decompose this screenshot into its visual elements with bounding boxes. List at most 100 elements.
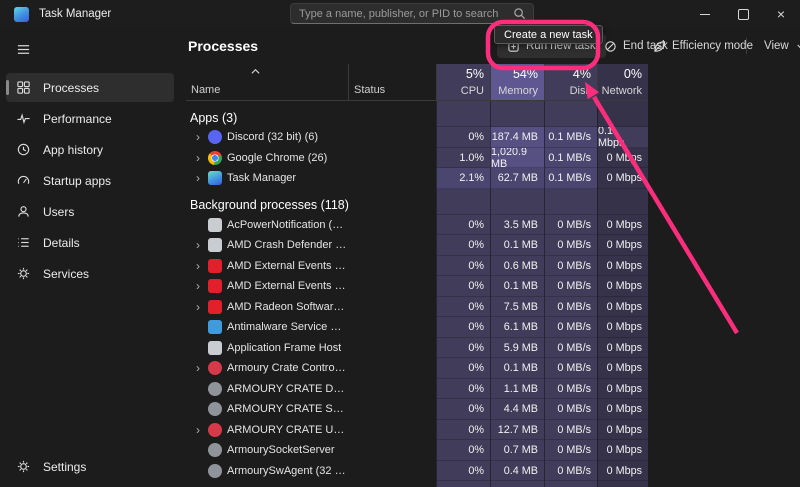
sidebar-item-settings[interactable]: Settings [6,452,174,481]
network-cell: 0 Mbps [597,168,648,189]
table-row[interactable]: ArmourySwAgent (32 bit)0%0.4 MB0 MB/s0 M… [186,461,648,482]
sidebar-item-performance[interactable]: Performance [6,104,174,133]
table-row[interactable]: ›AMD External Events Client M...0%0.6 MB… [186,256,648,277]
main-panel: Processes Run new task End task Efficien… [180,28,800,487]
cpu-cell: 0% [436,317,490,338]
process-name: AMD Crash Defender Service [227,239,348,251]
cpu-cell: 0% [436,399,490,420]
expand-chevron-icon[interactable]: › [193,300,203,314]
disk-cell: 0.1 MB/s [544,127,597,148]
network-total-pct: 0% [624,67,642,81]
cpu-cell [436,101,490,127]
table-row[interactable]: ›AMD External Events Service ...0%0.1 MB… [186,276,648,297]
group-header[interactable]: Apps (3) [186,101,648,127]
table-row[interactable]: ›Task Manager2.1%62.7 MB0.1 MB/s0 Mbps [186,168,648,189]
sidebar-item-label: Services [43,267,89,281]
sidebar-item-details[interactable]: Details [6,228,174,257]
discord-process-icon [208,130,222,144]
expand-chevron-icon[interactable]: › [193,423,203,437]
table-row[interactable]: ARMOURY CRATE Service0%4.4 MB0 MB/s0 Mbp… [186,399,648,420]
process-name-cell: ›AMD External Events Client M... [186,256,348,277]
cpu-cell: 0% [436,215,490,236]
table-header: Name Status 5% CPU 54% Memory 4% Disk [186,64,648,101]
sidebar-item-label: Details [43,236,80,250]
status-cell [348,440,436,461]
table-row[interactable]: ›ARMOURY CRATE User Sessio...0%12.7 MB0 … [186,420,648,441]
disk-cell: 0.1 MB/s [544,148,597,169]
col-memory[interactable]: 54% Memory [490,64,544,100]
disk-cell: 0 MB/s [544,215,597,236]
toolbar: Processes Run new task End task Efficien… [180,28,800,64]
process-name-cell: ArmourySwAgent (32 bit) [186,461,348,482]
amd-red-process-icon [208,259,222,273]
sidebar-item-processes[interactable]: Processes [6,73,174,102]
col-status[interactable]: Status [348,64,436,100]
search-icon [513,7,526,20]
cpu-cell: 0% [436,297,490,318]
sidebar-item-services[interactable]: Services [6,259,174,288]
memory-cell: 4.4 MB [490,399,544,420]
status-cell [348,420,436,441]
sidebar-item-label: Performance [43,112,112,126]
sidebar-item-startup-apps[interactable]: Startup apps [6,166,174,195]
process-name-cell: ›ARMOURY CRATE User Sessio... [186,420,348,441]
col-network[interactable]: 0% Network [597,64,648,100]
sidebar-item-label: Settings [43,460,86,474]
maximize-button[interactable] [724,0,762,28]
network-cell: 0 Mbps [597,358,648,379]
sidebar-item-label: Processes [43,81,99,95]
grid-icon [16,80,31,95]
process-name: AcPowerNotification (32 bit) [227,219,348,231]
expand-chevron-icon[interactable]: › [193,151,203,165]
minimize-button[interactable] [686,0,724,28]
status-cell [348,461,436,482]
col-cpu[interactable]: 5% CPU [436,64,490,100]
expand-chevron-icon[interactable]: › [193,279,203,293]
gauge-icon [16,173,31,188]
table-row[interactable]: ›Discord (32 bit) (6)0%187.4 MB0.1 MB/s0… [186,127,648,148]
crate-red-process-icon [208,423,222,437]
cpu-cell: 0% [436,420,490,441]
navigation-menu-button[interactable] [6,36,40,62]
table-row[interactable]: ›AMD Radeon Software (5)0%7.5 MB0 MB/s0 … [186,297,648,318]
table-row[interactable]: ›Google Chrome (26)1.0%1,020.9 MB0.1 MB/… [186,148,648,169]
expand-chevron-icon[interactable]: › [193,130,203,144]
network-cell [597,101,648,127]
disk-cell: 0 MB/s [544,379,597,400]
group-header[interactable]: Background processes (118) [186,189,648,215]
group-header-label: Apps (3) [186,101,436,127]
col-disk[interactable]: 4% Disk [544,64,597,100]
process-name-cell: Application Frame Host [186,338,348,359]
search-box[interactable] [290,3,534,24]
view-button[interactable]: View [764,34,800,58]
process-name-cell: ›Task Manager [186,168,348,189]
expand-chevron-icon[interactable]: › [193,361,203,375]
task-manager-app-icon [14,7,29,22]
table-row[interactable]: ›Armoury Crate Control Interface0%0.1 MB… [186,358,648,379]
table-row[interactable]: ARMOURY CRATE DenoiseAI0%1.1 MB0 MB/s0 M… [186,379,648,400]
table-row[interactable]: AcPowerNotification (32 bit)0%3.5 MB0 MB… [186,215,648,236]
table-row[interactable]: Antimalware Service Executable0%6.1 MB0 … [186,317,648,338]
search-input[interactable] [291,8,513,20]
col-name[interactable]: Name [186,64,348,100]
cpu-cell [436,189,490,215]
disk-total-pct: 4% [573,67,591,81]
table-row[interactable]: ›AMD Crash Defender Service0%0.1 MB0 MB/… [186,235,648,256]
efficiency-mode-button[interactable]: Efficiency mode [653,34,753,58]
table-row[interactable]: Application Frame Host0%5.9 MB0 MB/s0 Mb… [186,338,648,359]
disk-cell: 0 MB/s [544,276,597,297]
sidebar-item-users[interactable]: Users [6,197,174,226]
disk-cell [544,481,597,487]
expand-chevron-icon[interactable]: › [193,238,203,252]
expand-chevron-icon[interactable]: › [193,171,203,185]
cpu-cell: 0% [436,461,490,482]
sidebar-item-app-history[interactable]: App history [6,135,174,164]
process-name-cell: AcPowerNotification (32 bit) [186,215,348,236]
process-name-cell: ›Google Chrome (26) [186,148,348,169]
close-button[interactable]: × [762,0,800,28]
table-row[interactable]: ArmourySocketServer0%0.7 MB0 MB/s0 Mbps [186,440,648,461]
cpu-cell: 0% [436,235,490,256]
expand-chevron-icon[interactable]: › [193,259,203,273]
page-title: Processes [188,38,258,54]
generic-dark-process-icon [208,382,222,396]
